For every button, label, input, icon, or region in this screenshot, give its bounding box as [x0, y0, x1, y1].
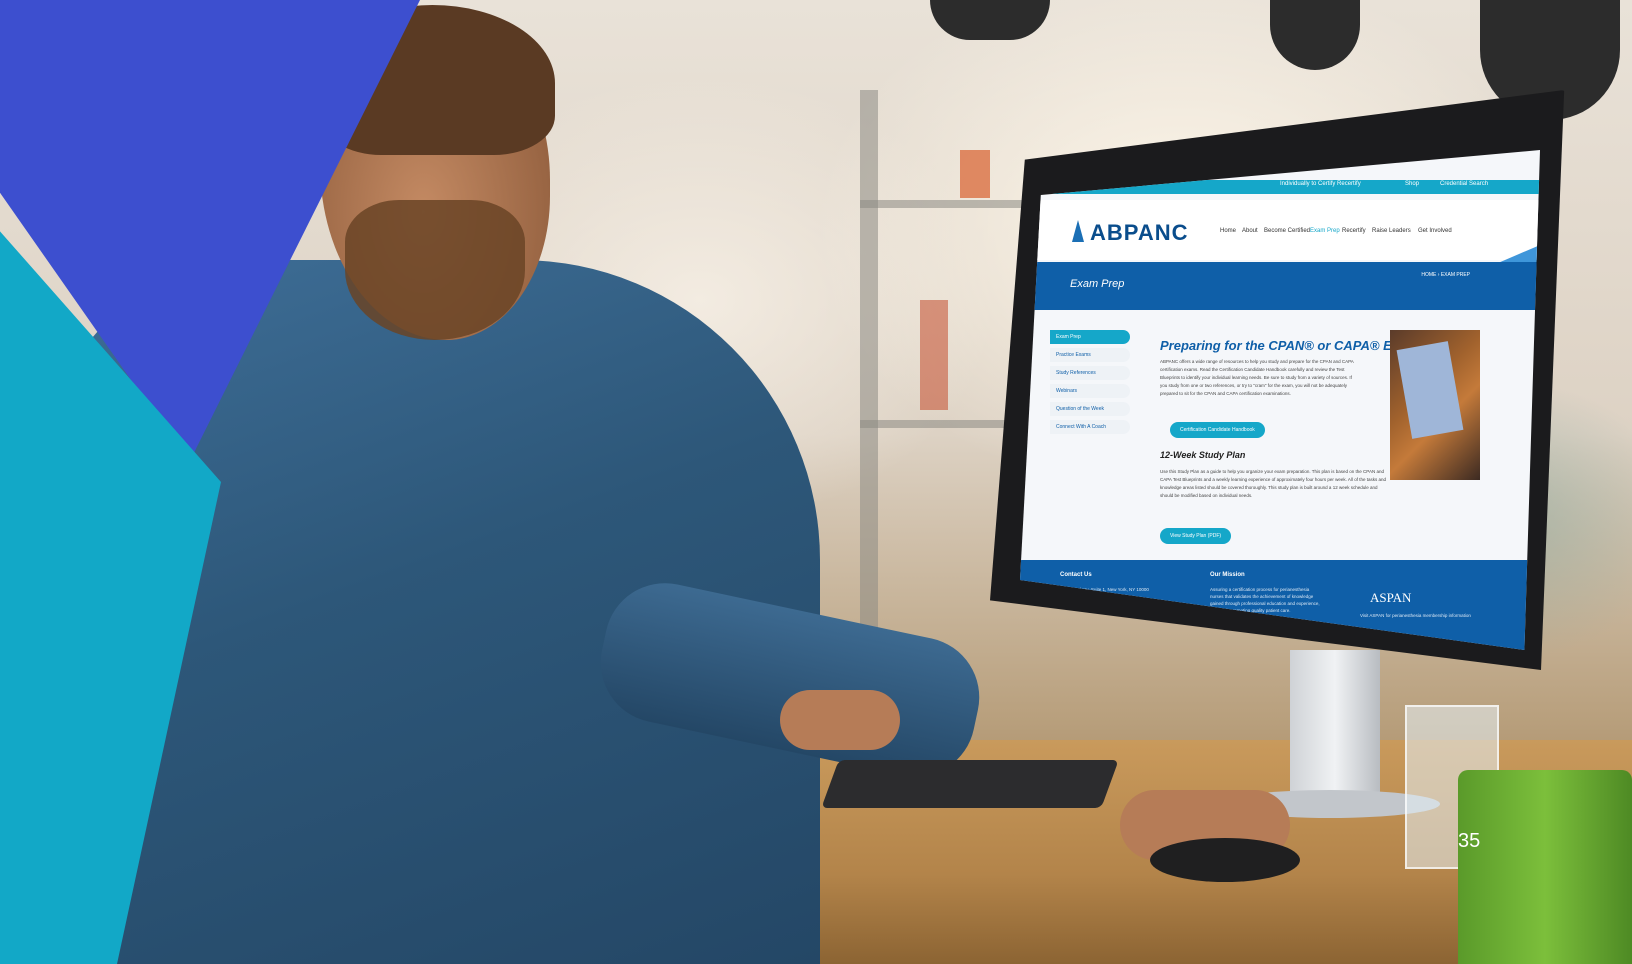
footer-contact-heading: Contact Us	[1060, 572, 1092, 578]
background-book	[920, 300, 948, 410]
sidebar-item-exam-prep[interactable]: Exam Prep	[1050, 330, 1130, 344]
page-number: 35	[1458, 830, 1481, 852]
study-plan-heading: 12-Week Study Plan	[1160, 450, 1246, 460]
footer-mission-heading: Our Mission	[1210, 572, 1245, 578]
banner-title: Exam Prep	[1070, 278, 1125, 290]
nav-item[interactable]: About	[1242, 228, 1258, 234]
nav-item[interactable]: Raise Leaders	[1372, 228, 1411, 234]
site-logo[interactable]: ABPANC	[1090, 220, 1188, 246]
content-heading: Preparing for the CPAN® or CAPA® Exam	[1160, 338, 1418, 353]
sidebar-item-practice-exams[interactable]: Practice Exams	[1050, 348, 1130, 362]
nav-item[interactable]: Become Certified	[1264, 228, 1310, 234]
nav-item[interactable]: Recertify	[1342, 228, 1366, 234]
monitor: Individually to Certify Recertify Shop C…	[990, 90, 1580, 818]
background-book	[960, 150, 990, 198]
monitor-stand	[1290, 650, 1380, 810]
aspan-caption: Visit ASPAN for perianesthesia membershi…	[1360, 613, 1471, 618]
topbar-link[interactable]: Credential Search	[1440, 181, 1488, 187]
sidebar-item-webinars[interactable]: Webinars	[1050, 384, 1130, 398]
nav-item[interactable]: Exam Prep	[1310, 228, 1340, 234]
keyboard	[821, 760, 1119, 808]
mouse	[1150, 838, 1300, 882]
study-plan-paragraph: Use this Study Plan as a guide to help y…	[1160, 469, 1386, 498]
nav-item[interactable]: Get Involved	[1418, 228, 1452, 234]
sidebar-item-question-of-the-week[interactable]: Question of the Week	[1050, 402, 1130, 416]
topbar-link[interactable]: Shop	[1405, 181, 1419, 187]
background-shelf	[860, 90, 878, 690]
topbar-link[interactable]: Individually to Certify Recertify	[1280, 181, 1361, 187]
handbook-button[interactable]: Certification Candidate Handbook	[1170, 422, 1265, 438]
nav-item[interactable]: Home	[1220, 228, 1236, 234]
sidebar-item-study-references[interactable]: Study References	[1050, 366, 1130, 380]
breadcrumb: HOME › EXAM PREP	[1421, 272, 1470, 278]
sidebar-item-connect-with-a-coach[interactable]: Connect With A Coach	[1050, 420, 1130, 434]
view-study-plan-button[interactable]: View Study Plan (PDF)	[1160, 528, 1232, 544]
green-mug	[1458, 770, 1632, 964]
aspan-logo[interactable]: ASPAN	[1370, 590, 1411, 606]
person-hand-left	[780, 690, 900, 750]
person-beard	[345, 200, 525, 340]
monitor-screen: Individually to Certify Recertify Shop C…	[1020, 150, 1540, 650]
intro-paragraph: ABPANC offers a wide range of resources …	[1160, 359, 1354, 396]
